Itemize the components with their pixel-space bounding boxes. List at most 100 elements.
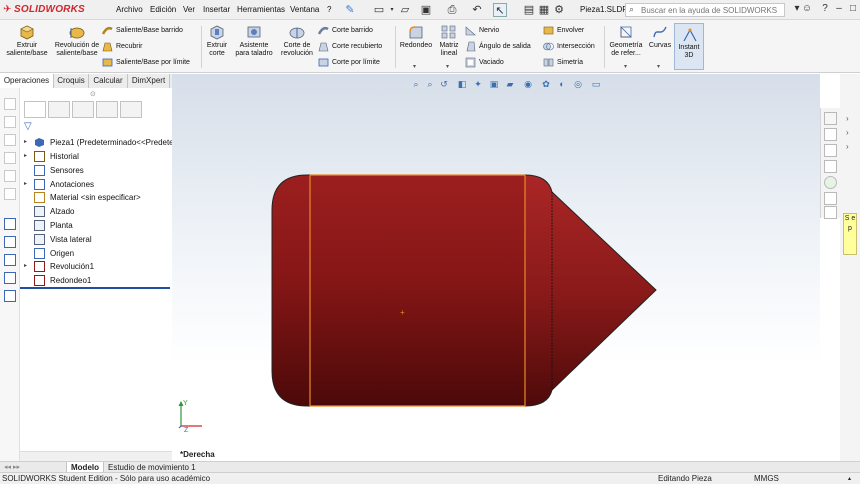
expand-icon[interactable]: □ bbox=[846, 2, 860, 16]
intersect-button[interactable]: Intersección bbox=[543, 40, 595, 54]
help-search-input[interactable] bbox=[641, 5, 781, 16]
swept-cut-button[interactable]: Corte barrido bbox=[318, 24, 373, 38]
revolve-cut-button[interactable]: Corte de revolución bbox=[278, 24, 316, 58]
tree-item[interactable]: ▸ Revolución1 bbox=[20, 260, 170, 273]
display-manager-tab-icon[interactable] bbox=[120, 101, 142, 118]
tree-item[interactable]: Sensores bbox=[20, 164, 170, 177]
pattern-dropdown-icon[interactable]: ▾ bbox=[446, 63, 449, 70]
user-icon[interactable]: ☺ bbox=[800, 2, 814, 16]
tree-item[interactable]: Planta bbox=[20, 219, 170, 232]
feature-tree-tab-icon[interactable] bbox=[24, 101, 46, 118]
expand-icon[interactable]: ▸ bbox=[24, 178, 27, 191]
new-dropdown-icon[interactable]: ▾ bbox=[385, 3, 399, 17]
resources-home-icon[interactable] bbox=[824, 112, 837, 125]
custom-properties-icon[interactable] bbox=[824, 192, 837, 205]
wrap-button[interactable]: Envolver bbox=[543, 24, 584, 38]
status-resize-icon[interactable]: ▴ bbox=[848, 474, 851, 484]
select-arrow-icon[interactable]: ↖ bbox=[493, 3, 507, 17]
tab-croquis[interactable]: Croquis bbox=[54, 74, 89, 88]
panel-grip-icon[interactable]: ⊙ bbox=[90, 90, 96, 98]
strip-sketch-icon[interactable] bbox=[4, 272, 16, 284]
tree-item[interactable]: Material <sin especificar> bbox=[20, 191, 170, 204]
rebuild-icon[interactable]: ▤ bbox=[522, 3, 536, 17]
open-folder-icon[interactable]: ▱ bbox=[398, 3, 412, 17]
sticky-note[interactable]: S e p bbox=[843, 213, 857, 255]
rollback-bar[interactable] bbox=[20, 287, 170, 289]
curves-dropdown-icon[interactable]: ▾ bbox=[657, 63, 660, 70]
menu-edicion[interactable]: Edición bbox=[150, 5, 176, 14]
menu-archivo[interactable]: Archivo bbox=[116, 5, 143, 14]
hole-wizard-button[interactable]: Asistente para taladro bbox=[232, 24, 276, 58]
tree-item[interactable]: ▸ Historial bbox=[20, 150, 170, 163]
view-palette-icon[interactable] bbox=[824, 160, 837, 173]
tree-item[interactable]: Origen bbox=[20, 247, 170, 260]
design-library-icon[interactable] bbox=[824, 128, 837, 141]
loft-boss-button[interactable]: Recubrir bbox=[102, 40, 142, 54]
strip-cube-icon[interactable] bbox=[4, 170, 16, 182]
instant-3d-button[interactable]: Instant 3D bbox=[674, 23, 704, 70]
strip-sketch-icon[interactable] bbox=[4, 290, 16, 302]
configuration-tab-icon[interactable] bbox=[72, 101, 94, 118]
draft-button[interactable]: Ángulo de salida bbox=[465, 40, 531, 54]
strip-cube-icon[interactable] bbox=[4, 116, 16, 128]
tree-item[interactable]: ▸ Anotaciones bbox=[20, 178, 170, 191]
menu-ventana[interactable]: Ventana bbox=[290, 5, 319, 14]
help-question-icon[interactable]: ? bbox=[818, 2, 832, 16]
tree-item[interactable]: Redondeo1 bbox=[20, 274, 170, 287]
boundary-boss-button[interactable]: Saliente/Base por límite bbox=[102, 56, 190, 70]
status-units-text[interactable]: MMGS bbox=[754, 474, 779, 484]
tab-calcular[interactable]: Calcular bbox=[89, 74, 128, 88]
menu-insertar[interactable]: Insertar bbox=[203, 5, 230, 14]
strip-cube-icon[interactable] bbox=[4, 134, 16, 146]
help-search-box[interactable]: ⌕ bbox=[625, 3, 785, 17]
minimize-icon[interactable]: – bbox=[832, 2, 846, 16]
menu-help[interactable]: ? bbox=[327, 5, 331, 14]
strip-cube-icon[interactable] bbox=[4, 98, 16, 110]
strip-cube-icon[interactable] bbox=[4, 188, 16, 200]
file-properties-icon[interactable]: ▦ bbox=[537, 3, 551, 17]
tree-item[interactable]: Alzado bbox=[20, 205, 170, 218]
filter-icon[interactable]: ▽ bbox=[24, 121, 32, 132]
tab-dimxpert[interactable]: DimXpert bbox=[128, 74, 170, 88]
tab-operaciones[interactable]: Operaciones bbox=[0, 74, 54, 88]
menu-herramientas[interactable]: Herramientas bbox=[237, 5, 285, 14]
appearances-icon[interactable] bbox=[824, 176, 837, 189]
property-manager-tab-icon[interactable] bbox=[48, 101, 70, 118]
options-gear-icon[interactable]: ⚙ bbox=[552, 3, 566, 17]
part-cone[interactable] bbox=[525, 175, 656, 406]
solidworks-logo[interactable]: ✈ SOLIDWORKS bbox=[3, 4, 85, 15]
menu-ver[interactable]: Ver bbox=[183, 5, 195, 14]
swept-boss-button[interactable]: Saliente/Base barrido bbox=[102, 24, 183, 38]
strip-sketch-icon[interactable] bbox=[4, 236, 16, 248]
reference-geometry-button[interactable]: Geometría de refer... bbox=[606, 24, 646, 58]
tree-item[interactable]: Vista lateral bbox=[20, 233, 170, 246]
boundary-cut-button[interactable]: Corte por límite bbox=[318, 56, 380, 70]
rib-button[interactable]: Nervio bbox=[465, 24, 499, 38]
save-icon[interactable]: ▣ bbox=[419, 3, 433, 17]
strip-cube-icon[interactable] bbox=[4, 152, 16, 164]
strip-sketch-icon[interactable] bbox=[4, 218, 16, 230]
horizontal-scrollbar[interactable] bbox=[20, 451, 172, 461]
print-icon[interactable]: ⎙ bbox=[445, 3, 459, 17]
part-model[interactable]: + bbox=[172, 74, 820, 461]
ref-geometry-dropdown-icon[interactable]: ▾ bbox=[624, 63, 627, 70]
expand-icon[interactable]: ▸ bbox=[24, 260, 27, 273]
strip-sketch-icon[interactable] bbox=[4, 254, 16, 266]
shell-button[interactable]: Vaciado bbox=[465, 56, 504, 70]
expand-icon[interactable]: ▸ bbox=[24, 150, 27, 163]
extrude-cut-button[interactable]: Extruir corte bbox=[203, 24, 231, 58]
tab-scroll-icon[interactable]: ◂◂ ▸▸ bbox=[4, 463, 20, 471]
fillet-dropdown-icon[interactable]: ▾ bbox=[413, 63, 416, 70]
loft-cut-button[interactable]: Corte recubierto bbox=[318, 40, 382, 54]
chevron-right-icon[interactable]: › bbox=[846, 114, 849, 123]
pin-icon[interactable]: ✎ bbox=[343, 3, 357, 17]
collapse-icon[interactable]: ▸ bbox=[24, 136, 27, 149]
linear-pattern-button[interactable]: Matriz lineal bbox=[436, 24, 462, 58]
revolve-boss-button[interactable]: Revolución de saliente/base bbox=[54, 24, 100, 58]
dimxpert-tab-icon[interactable] bbox=[96, 101, 118, 118]
extrude-boss-button[interactable]: Extruir saliente/base bbox=[2, 24, 52, 58]
curves-button[interactable]: Curvas bbox=[647, 24, 673, 50]
tree-part-root[interactable]: ▸ Pieza1 (Predeterminado<<Predeterm bbox=[20, 136, 183, 149]
file-explorer-icon[interactable] bbox=[824, 144, 837, 157]
mirror-button[interactable]: Simetría bbox=[543, 56, 583, 70]
